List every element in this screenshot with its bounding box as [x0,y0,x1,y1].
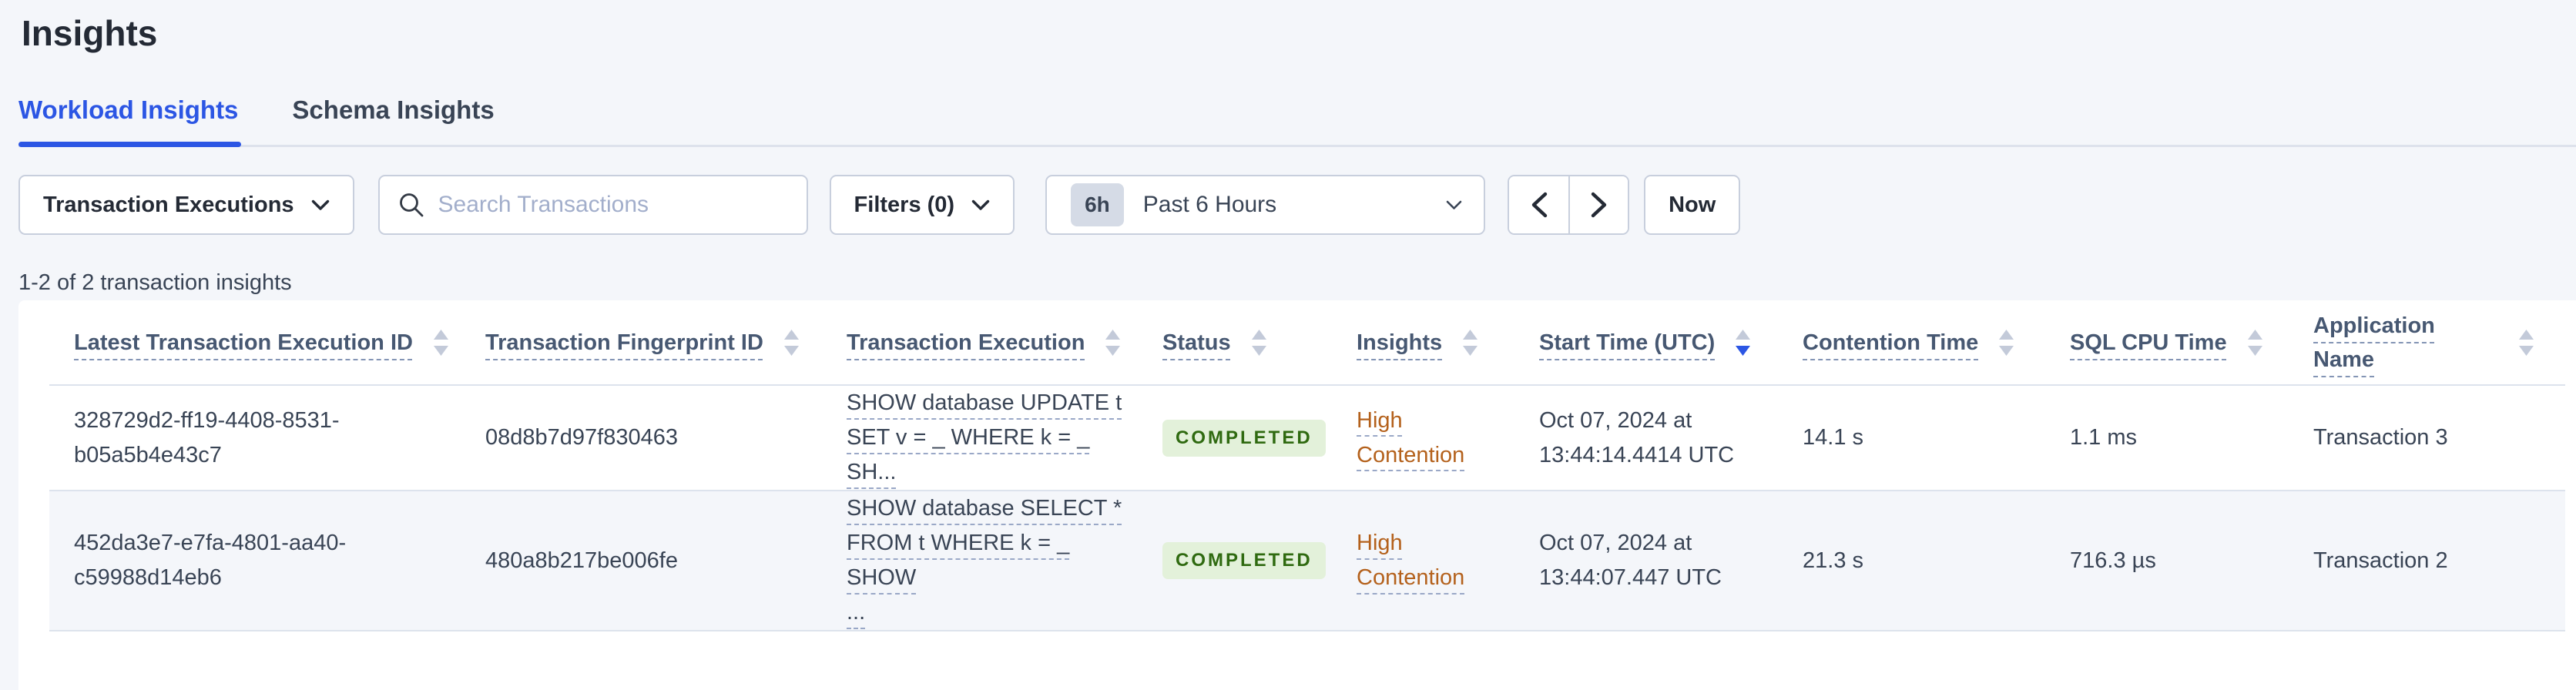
insight-link-high-contention[interactable]: High Contention [1357,408,1464,467]
sort-icon [2519,329,2534,356]
column-label: Transaction Fingerprint ID [485,330,763,355]
search-icon [399,193,423,217]
time-range-label: Past 6 Hours [1142,192,1277,217]
transaction-execution-link[interactable]: SHOW database SELECT * FROM t WHERE k = … [847,496,1122,625]
sort-icon [1736,329,1751,356]
table-row: 328729d2-ff19-4408-8531- b05a5b4e43c7 08… [49,385,2565,491]
execution-type-label: Transaction Executions [43,192,294,217]
time-window-pager [1508,175,1630,235]
column-label: Insights [1357,330,1443,355]
column-label: Contention Time [1803,330,1979,355]
fingerprint-id-cell: 480a8b217be006fe [485,548,678,573]
contention-time-cell: 21.3 s [1803,548,1863,573]
chevron-left-icon [1531,192,1547,218]
column-label: SQL CPU Time [2070,330,2227,355]
now-button[interactable]: Now [1644,175,1741,235]
column-header-insights[interactable]: Insights [1357,300,1539,386]
sort-icon [1999,329,2014,356]
tab-schema-insights[interactable]: Schema Insights [292,95,497,145]
latest-execution-id-cell: 328729d2-ff19-4408-8531- b05a5b4e43c7 [74,407,340,467]
column-label: Status [1162,330,1231,355]
sort-icon [1463,329,1478,356]
status-badge: COMPLETED [1162,542,1326,579]
column-header-sql-cpu-time[interactable]: SQL CPU Time [2070,300,2313,386]
fingerprint-id-cell: 08d8b7d97f830463 [485,425,678,450]
chevron-right-icon [1591,192,1606,218]
next-window-button[interactable] [1568,176,1628,233]
chevron-down-icon [971,199,990,210]
column-header-latest-transaction-execution-id[interactable]: Latest Transaction Execution ID [49,300,485,386]
sort-icon [433,329,448,356]
sql-cpu-time-cell: 716.3 µs [2070,548,2156,573]
filters-dropdown[interactable]: Filters (0) [829,175,1015,235]
previous-window-button[interactable] [1509,176,1569,233]
application-name-cell: Transaction 3 [2313,425,2448,450]
toolbar: Transaction Executions Filters (0) 6h Pa… [18,175,2576,235]
column-header-status[interactable]: Status [1162,300,1357,386]
column-label: Start Time (UTC) [1539,330,1716,355]
contention-time-cell: 14.1 s [1803,425,1863,450]
chevron-down-icon [1446,200,1462,209]
time-range-picker[interactable]: 6h Past 6 Hours [1045,175,1486,235]
column-header-start-time[interactable]: Start Time (UTC) [1539,300,1803,386]
sort-icon [783,329,799,356]
search-box[interactable] [377,175,808,235]
column-label: Latest Transaction Execution ID [74,330,413,355]
search-input[interactable] [438,192,788,218]
column-header-transaction-fingerprint-id[interactable]: Transaction Fingerprint ID [485,300,847,386]
insight-link-high-contention[interactable]: High Contention [1357,531,1464,590]
page-title: Insights [22,13,158,53]
table-row: 452da3e7-e7fa-4801-aa40- c59988d14eb6 48… [49,491,2565,631]
tab-workload-insights[interactable]: Workload Insights [18,95,242,147]
chevron-down-icon [311,199,329,210]
column-header-application-name[interactable]: Application Name [2313,300,2565,386]
column-header-contention-time[interactable]: Contention Time [1803,300,2070,386]
application-name-cell: Transaction 2 [2313,548,2448,573]
results-summary: 1-2 of 2 transaction insights [18,270,292,295]
column-label: Transaction Execution [847,330,1085,355]
time-range-chip: 6h [1071,183,1124,226]
filters-label: Filters (0) [854,192,955,217]
status-badge: COMPLETED [1162,419,1326,457]
transaction-execution-link[interactable]: SHOW database UPDATE t SET v = _ WHERE k… [847,390,1122,484]
latest-execution-id-cell: 452da3e7-e7fa-4801-aa40- c59988d14eb6 [74,531,347,590]
sql-cpu-time-cell: 1.1 ms [2070,425,2138,450]
column-header-transaction-execution[interactable]: Transaction Execution [847,300,1162,386]
insights-table-card: Latest Transaction Execution ID Transact… [18,300,2576,690]
sort-icon [1251,329,1266,356]
execution-type-dropdown[interactable]: Transaction Executions [18,175,354,235]
start-time-cell: Oct 07, 2024 at 13:44:07.447 UTC [1539,531,1722,590]
tab-bar: Workload Insights Schema Insights [18,95,2576,147]
transaction-insights-table: Latest Transaction Execution ID Transact… [49,300,2565,631]
start-time-cell: Oct 07, 2024 at 13:44:14.4414 UTC [1539,407,1735,467]
table-header-row: Latest Transaction Execution ID Transact… [49,300,2565,386]
sort-icon [1105,329,1121,356]
column-label: Application Name [2313,313,2435,372]
sort-icon [2247,329,2262,356]
